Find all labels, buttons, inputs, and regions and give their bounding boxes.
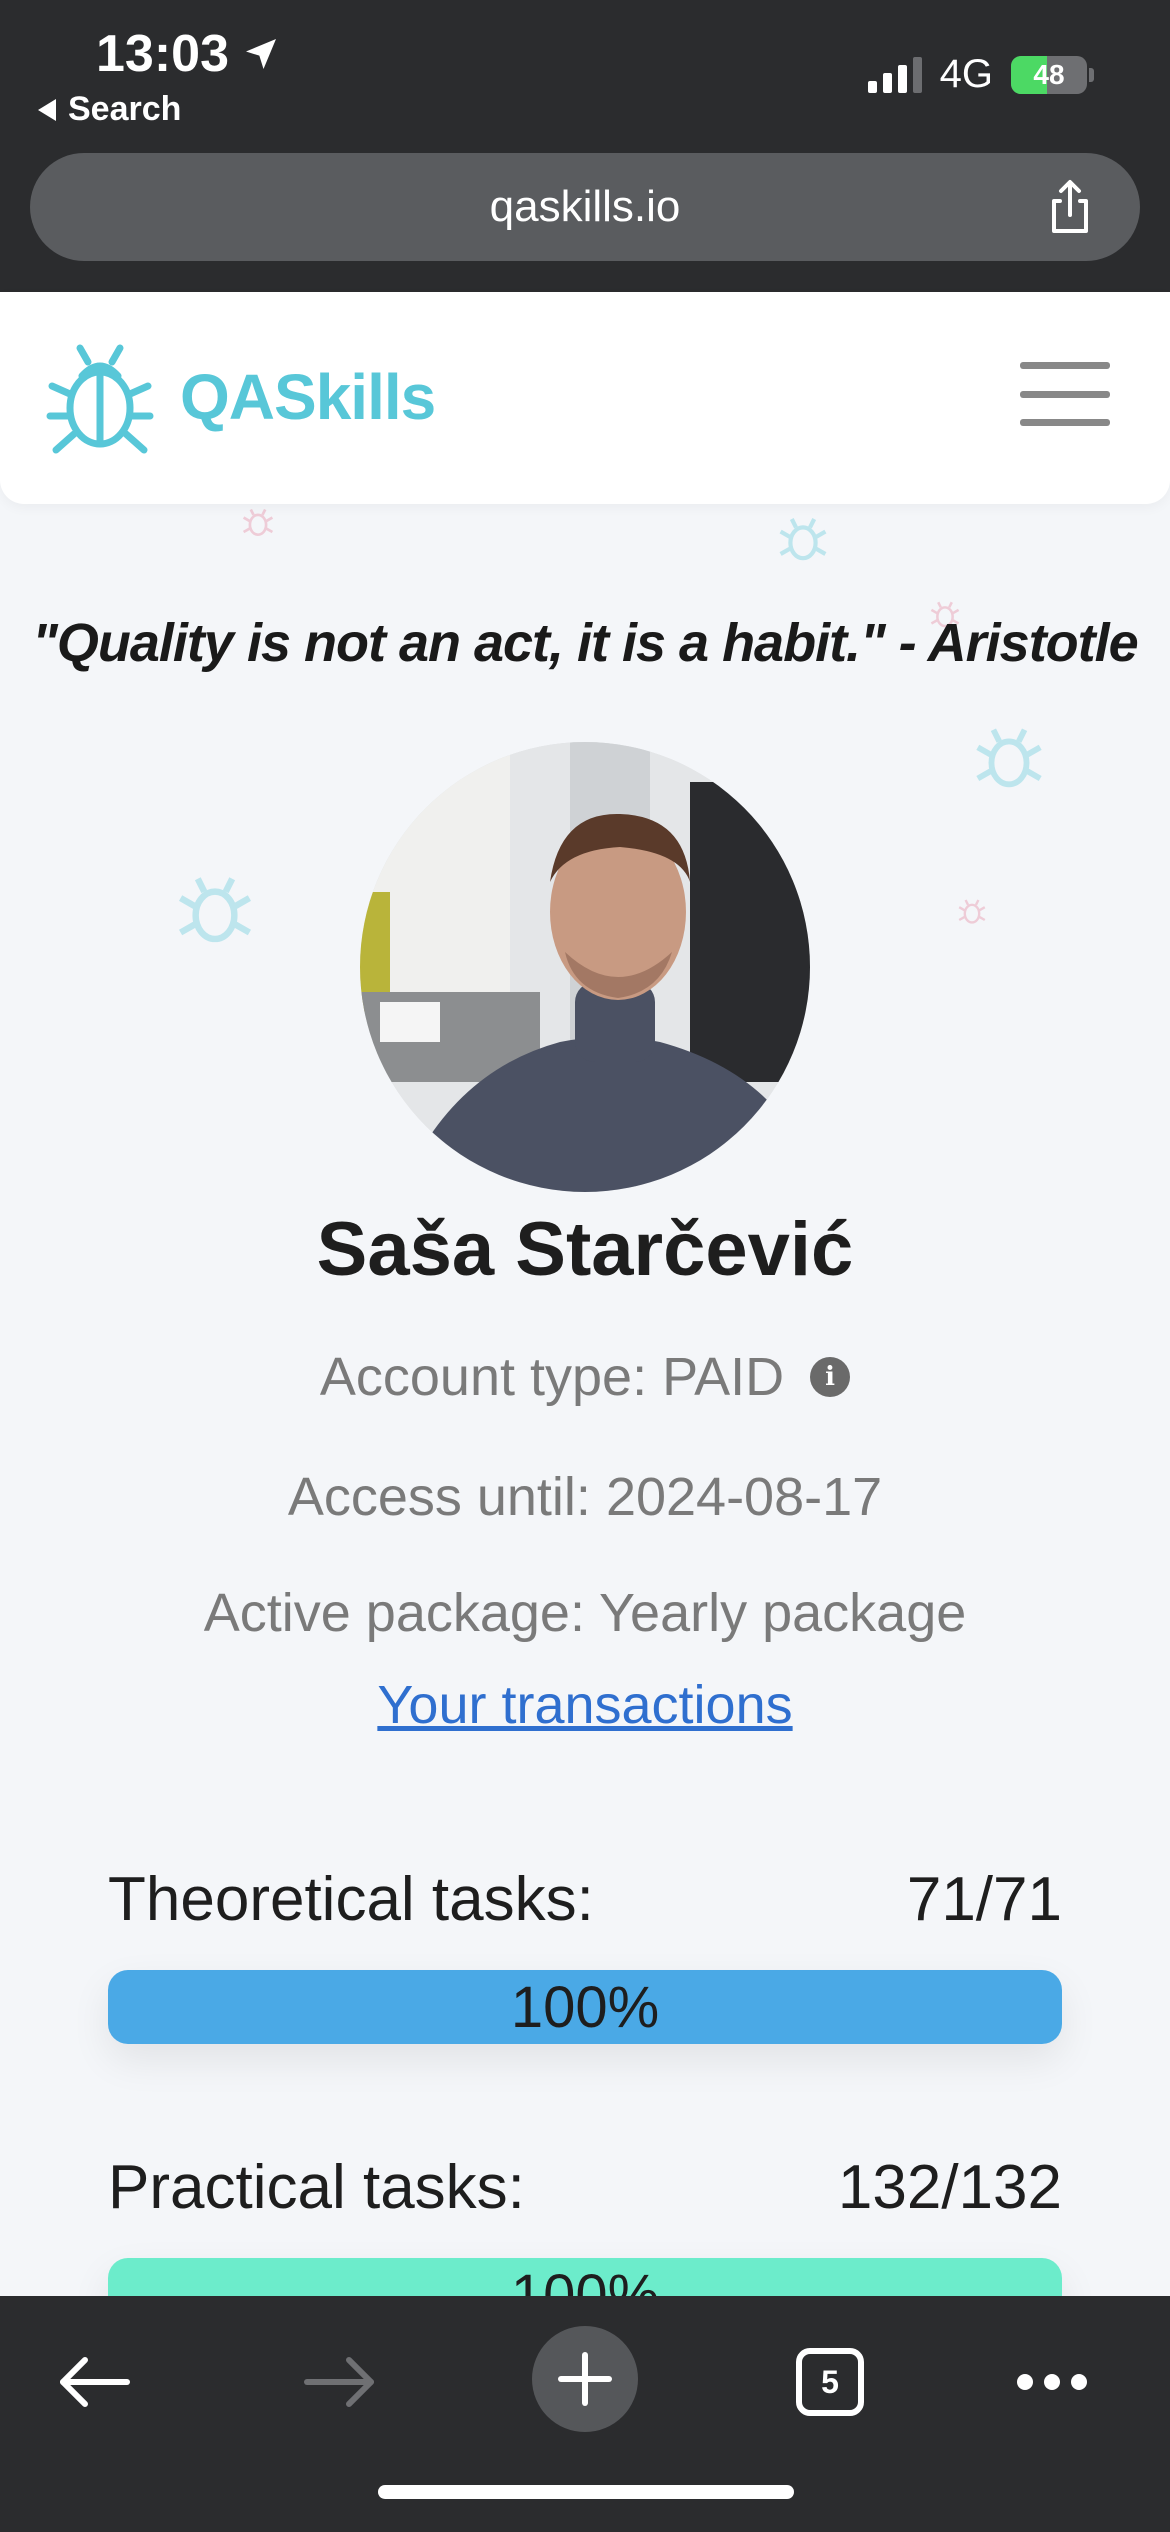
new-tab-button[interactable] [532, 2326, 638, 2432]
theoretical-progress-bar: 100% [108, 1970, 1062, 2044]
address-bar[interactable]: qaskills.io [30, 153, 1140, 261]
transactions-link[interactable]: Your transactions [0, 1674, 1170, 1736]
decorative-bug-icon [242, 508, 274, 537]
back-button[interactable] [44, 2332, 144, 2432]
theoretical-tasks-label: Theoretical tasks: [108, 1865, 594, 1934]
plus-icon [558, 2352, 612, 2406]
active-package-value: Yearly package [598, 1583, 967, 1643]
bug-logo-icon[interactable] [44, 336, 156, 460]
info-icon[interactable]: i [810, 1356, 851, 1397]
access-until-line: Access until: 2024-08-17 [0, 1466, 1170, 1528]
browser-chrome-top: 13:03 Search 4G 48 qaskills.io [0, 0, 1170, 292]
back-label: Search [68, 90, 182, 128]
more-dots-icon [1017, 2374, 1087, 2390]
active-package-line: Active package: Yearly package [0, 1582, 1170, 1644]
location-arrow-icon [246, 39, 276, 69]
practical-tasks-label: Practical tasks: [108, 2153, 525, 2222]
theoretical-tasks-row: Theoretical tasks: 71/71 [108, 1864, 1062, 1935]
arrow-left-icon [60, 2357, 130, 2407]
more-button[interactable] [1002, 2332, 1102, 2432]
account-type-label: Account type: [319, 1347, 663, 1407]
account-type-line: Account type: PAID i [0, 1346, 1170, 1408]
motto-quote: "Quality is not an act, it is a habit." … [32, 613, 1138, 673]
forward-button[interactable] [290, 2332, 390, 2432]
status-indicators: 4G 48 [867, 52, 1094, 97]
site-header: QASkills [0, 292, 1170, 504]
back-triangle-icon [38, 98, 56, 121]
profile-name: Saša Starčević [316, 1207, 854, 1292]
clock: 13:03 [96, 25, 229, 83]
tabs-button[interactable]: 5 [780, 2332, 880, 2432]
access-until-value: 2024-08-17 [605, 1467, 883, 1527]
decorative-bug-icon [976, 728, 1042, 788]
cellular-signal-icon [867, 56, 922, 93]
arrow-right-icon [304, 2357, 374, 2407]
share-icon[interactable] [1040, 177, 1100, 237]
practical-tasks-row: Practical tasks: 132/132 [108, 2152, 1062, 2223]
theoretical-progress-percent: 100% [510, 1974, 660, 2040]
back-to-search[interactable]: Search [38, 90, 181, 129]
battery-icon: 48 [1011, 55, 1087, 94]
account-type-value: PAID [662, 1347, 785, 1407]
status-time: 13:03 [96, 24, 281, 84]
url-text: qaskills.io [489, 182, 681, 231]
theoretical-tasks-count: 71/71 [906, 1865, 1062, 1934]
menu-hamburger-icon[interactable] [1020, 362, 1110, 426]
decorative-bug-icon [178, 877, 252, 943]
active-package-label: Active package: [203, 1583, 599, 1643]
practical-tasks-count: 132/132 [837, 2153, 1062, 2222]
brand-name[interactable]: QASkills [180, 360, 436, 434]
avatar [360, 742, 810, 1192]
profile-photo [360, 742, 810, 1192]
battery-level: 48 [1033, 58, 1065, 90]
decorative-bug-icon [779, 518, 827, 561]
access-until-label: Access until: [287, 1467, 606, 1527]
decorative-bug-icon [958, 899, 986, 924]
home-indicator[interactable] [378, 2485, 794, 2499]
network-type: 4G [939, 52, 993, 96]
tabs-count-icon: 5 [796, 2348, 864, 2416]
